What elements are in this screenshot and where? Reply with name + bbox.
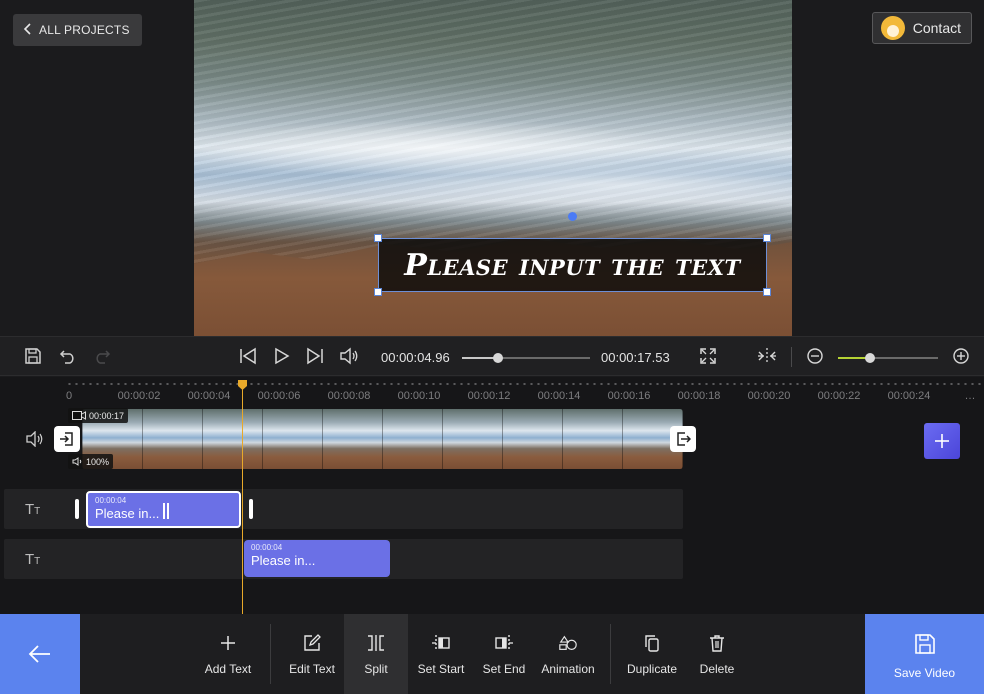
ruler-label: 00:00:10 bbox=[397, 390, 441, 402]
set-end-button[interactable]: Set End bbox=[478, 614, 530, 694]
set-start-button[interactable]: Set Start bbox=[412, 614, 470, 694]
playhead[interactable] bbox=[242, 381, 243, 614]
duration-time: 00:00:17.53 bbox=[601, 350, 670, 365]
split-label: Split bbox=[364, 661, 388, 676]
plus-icon bbox=[218, 633, 238, 653]
arrow-left-icon bbox=[28, 645, 50, 663]
timeline-ruler[interactable] bbox=[66, 383, 984, 385]
clip-volume-badge: 100% bbox=[68, 454, 114, 469]
animation-icon bbox=[558, 633, 578, 653]
bottom-toolbar: Add Text Edit Text Split Set Start Set E… bbox=[0, 614, 984, 694]
set-start-label: Set Start bbox=[417, 661, 465, 676]
clip-left-handle[interactable] bbox=[75, 499, 79, 519]
contact-button[interactable]: Contact bbox=[871, 12, 972, 44]
resize-handle-bottom-right[interactable] bbox=[763, 288, 771, 296]
ruler-label: 00:00:14 bbox=[537, 390, 581, 402]
text-cursor bbox=[167, 503, 169, 519]
clip-right-handle[interactable] bbox=[249, 499, 253, 519]
all-projects-label: ALL PROJECTS bbox=[39, 23, 130, 37]
edit-icon bbox=[302, 633, 322, 653]
text-track-icon: TT bbox=[25, 501, 41, 518]
video-clip[interactable] bbox=[82, 409, 683, 469]
save-video-icon bbox=[914, 633, 936, 658]
add-media-button[interactable] bbox=[924, 423, 960, 459]
video-preview[interactable]: Please input the text bbox=[194, 0, 792, 336]
split-button[interactable]: Split bbox=[344, 614, 408, 694]
text-cursor bbox=[163, 503, 165, 519]
ruler-label: 00:00:02 bbox=[117, 390, 161, 402]
clip-volume: 100% bbox=[86, 456, 110, 467]
ruler-label: 0 bbox=[65, 390, 73, 402]
ruler-label: 00:00:06 bbox=[257, 390, 301, 402]
text-clip-label: Please in... bbox=[251, 553, 316, 568]
set-end-label: Set End bbox=[482, 661, 526, 676]
resize-handle-bottom-left[interactable] bbox=[374, 288, 382, 296]
current-time: 00:00:04.96 bbox=[381, 350, 450, 365]
duplicate-icon bbox=[642, 633, 662, 653]
set-end-icon bbox=[494, 633, 514, 653]
fit-timeline-icon[interactable] bbox=[757, 346, 777, 366]
back-button[interactable] bbox=[0, 614, 80, 694]
ruler-label: 00:00:04 bbox=[187, 390, 231, 402]
add-text-button[interactable]: Add Text bbox=[200, 614, 256, 694]
add-text-label: Add Text bbox=[204, 661, 252, 676]
resize-handle-top-right[interactable] bbox=[763, 234, 771, 242]
anchor-point[interactable] bbox=[568, 212, 577, 221]
delete-button[interactable]: Delete bbox=[694, 614, 740, 694]
chevron-left-icon bbox=[23, 22, 32, 38]
delete-label: Delete bbox=[699, 661, 735, 676]
skip-end-icon[interactable] bbox=[305, 346, 325, 366]
preview-area: ALL PROJECTS Please input the text Conta… bbox=[0, 0, 984, 336]
support-avatar-icon bbox=[880, 16, 905, 40]
save-video-button[interactable]: Save Video bbox=[865, 614, 984, 694]
player-controls: 00:00:04.96 00:00:17.53 bbox=[0, 336, 984, 376]
duplicate-label: Duplicate bbox=[626, 661, 678, 676]
trim-end-button[interactable] bbox=[670, 426, 696, 452]
zoom-knob[interactable] bbox=[865, 353, 875, 363]
zoom-out-icon[interactable] bbox=[805, 346, 825, 366]
skip-start-icon[interactable] bbox=[238, 346, 258, 366]
ruler-label: 00:00:16 bbox=[607, 390, 651, 402]
undo-icon[interactable] bbox=[58, 346, 78, 366]
ruler-label: 00:00:12 bbox=[467, 390, 511, 402]
ruler-label: 00:00:08 bbox=[327, 390, 371, 402]
seek-knob[interactable] bbox=[493, 353, 504, 363]
edit-text-button[interactable]: Edit Text bbox=[282, 614, 342, 694]
save-icon[interactable] bbox=[23, 346, 43, 366]
volume-icon[interactable] bbox=[339, 346, 359, 366]
text-clip-time: 00:00:04 bbox=[251, 543, 283, 552]
fullscreen-icon[interactable] bbox=[698, 346, 718, 366]
edit-text-label: Edit Text bbox=[289, 661, 335, 676]
set-start-icon bbox=[431, 633, 451, 653]
ruler-label: 00:00:22 bbox=[817, 390, 861, 402]
text-track-icon: TT bbox=[25, 551, 41, 568]
trash-icon bbox=[707, 633, 727, 653]
timeline[interactable]: 0 00:00:02 00:00:04 00:00:06 00:00:08 00… bbox=[0, 377, 984, 614]
resize-handle-top-left[interactable] bbox=[374, 234, 382, 242]
redo-icon[interactable] bbox=[92, 346, 112, 366]
ruler-label: 00:00:20 bbox=[747, 390, 791, 402]
animation-label: Animation bbox=[541, 661, 595, 676]
ruler-label: 00:00:24 bbox=[887, 390, 931, 402]
text-overlay-box[interactable]: Please input the text bbox=[374, 234, 771, 296]
save-video-label: Save Video bbox=[893, 665, 956, 680]
clip-duration: 00:00:17 bbox=[89, 410, 125, 421]
track-volume-icon[interactable] bbox=[25, 430, 45, 452]
zoom-in-icon[interactable] bbox=[951, 346, 971, 366]
playhead-handle[interactable] bbox=[238, 380, 247, 390]
trim-start-button[interactable] bbox=[54, 426, 80, 452]
clip-duration-badge: 00:00:17 bbox=[68, 408, 129, 423]
text-clip[interactable]: 00:00:04 Please in... bbox=[244, 540, 390, 577]
play-icon[interactable] bbox=[272, 346, 292, 366]
duplicate-button[interactable]: Duplicate bbox=[622, 614, 682, 694]
text-clip-selected[interactable]: 00:00:04 Please in... bbox=[86, 491, 241, 528]
all-projects-button[interactable]: ALL PROJECTS bbox=[13, 14, 142, 46]
split-icon bbox=[366, 633, 386, 653]
animation-button[interactable]: Animation bbox=[538, 614, 598, 694]
ruler-label: 00:00:18 bbox=[677, 390, 721, 402]
overlay-text: Please input the text bbox=[404, 247, 741, 283]
contact-label: Contact bbox=[912, 20, 961, 36]
